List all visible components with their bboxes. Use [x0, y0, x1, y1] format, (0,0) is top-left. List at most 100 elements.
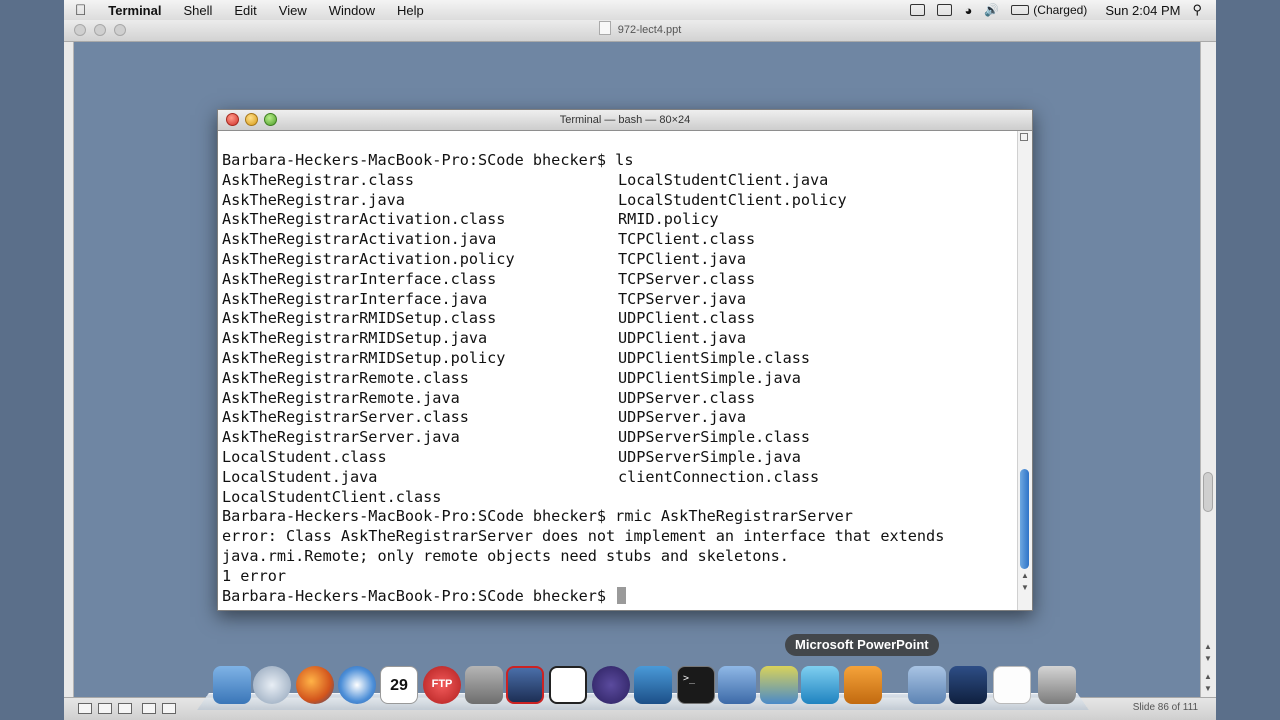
terminal-line-text: AskTheRegistrarActivation.class — [222, 210, 506, 229]
terminal-line: AskTheRegistrar.java LocalStudentClient.p… — [222, 191, 1016, 211]
terminal-line-column2: TCPServer.java — [618, 289, 747, 308]
terminal-icon[interactable]: >_ — [677, 666, 715, 704]
rmi-app-icon[interactable] — [506, 666, 544, 704]
apple-menu-icon[interactable]:  — [64, 2, 97, 19]
terminal-line-text: Barbara-Heckers-MacBook-Pro:SCode bhecke… — [222, 507, 853, 526]
terminal-line: Barbara-Heckers-MacBook-Pro:SCode bhecke… — [222, 151, 1016, 171]
close-button[interactable] — [226, 113, 239, 126]
zoom-button[interactable] — [114, 24, 126, 36]
terminal-line-text: error: Class AskTheRegistrarServer does … — [222, 527, 945, 546]
menu-edit[interactable]: Edit — [223, 3, 267, 18]
page-view-icon[interactable] — [118, 703, 132, 714]
terminal-line: AskTheRegistrarInterface.java TCPServer.j… — [222, 290, 1016, 310]
terminal-line: LocalStudentClient.class — [222, 488, 1016, 508]
scrollbar-thumb[interactable] — [1203, 472, 1213, 512]
previous-slide-icon[interactable]: ▲ — [1204, 672, 1212, 681]
network-icon[interactable] — [949, 666, 987, 704]
terminal-window: Terminal — bash — 80×24 Barbara-Heckers-… — [217, 109, 1033, 611]
trash-icon[interactable] — [1038, 666, 1076, 704]
zoom-button[interactable] — [264, 113, 277, 126]
scroll-down-arrow-icon[interactable]: ▼ — [1021, 583, 1029, 592]
menu-view[interactable]: View — [268, 3, 318, 18]
minimize-button[interactable] — [245, 113, 258, 126]
terminal-line: AskTheRegistrarRemote.class UDPClientSimp… — [222, 369, 1016, 389]
terminal-title-bar[interactable]: Terminal — bash — 80×24 — [218, 110, 1032, 131]
clock[interactable]: Sun 2:04 PM — [1105, 3, 1180, 18]
text-cursor — [617, 586, 627, 604]
scroll-down-arrow-icon[interactable]: ▼ — [1204, 654, 1212, 663]
terminal-line: AskTheRegistrarServer.java UDPServerSimpl… — [222, 428, 1016, 448]
spotlight-search-icon[interactable]: ⚲ — [1192, 2, 1202, 18]
menu-app-name[interactable]: Terminal — [97, 3, 172, 18]
terminal-line-column2: UDPClient.java — [618, 329, 747, 348]
terminal-line-text: 1 error — [222, 566, 287, 585]
word-icon[interactable] — [760, 666, 798, 704]
menu-help[interactable]: Help — [386, 3, 435, 18]
finder-icon[interactable] — [213, 666, 251, 704]
terminal-line: Barbara-Heckers-MacBook-Pro:SCode bhecke… — [222, 507, 1016, 527]
powerpoint-vertical-scrollbar[interactable]: ▲ ▼ ▲ ▼ — [1200, 42, 1216, 707]
safari-icon[interactable] — [338, 666, 376, 704]
terminal-output[interactable]: Barbara-Heckers-MacBook-Pro:SCode bhecke… — [218, 131, 1016, 610]
terminal-prompt-glyph: >_ — [683, 673, 696, 684]
terminal-line-text: AskTheRegistrarActivation.java — [222, 230, 497, 249]
filmstrip-icon[interactable] — [634, 666, 672, 704]
normal-view-icon[interactable] — [78, 703, 92, 714]
ical-icon[interactable]: 29 — [380, 666, 418, 704]
document-icon[interactable] — [993, 666, 1031, 704]
terminal-line-text: AskTheRegistrarRemote.class — [222, 368, 469, 387]
msn-icon[interactable] — [801, 666, 839, 704]
terminal-line-text: AskTheRegistrarInterface.java — [222, 289, 488, 308]
grab-icon[interactable] — [549, 666, 587, 704]
terminal-line: AskTheRegistrarServer.class UDPServer.jav… — [222, 408, 1016, 428]
close-button[interactable] — [74, 24, 86, 36]
battery-icon[interactable]: (Charged) — [1011, 3, 1087, 17]
screen-recorder-icon[interactable] — [910, 4, 926, 16]
terminal-line: AskTheRegistrarRemote.java UDPServer.clas… — [222, 389, 1016, 409]
scroll-up-arrow-icon[interactable]: ▲ — [1021, 571, 1029, 580]
menu-window[interactable]: Window — [318, 3, 386, 18]
next-slide-icon[interactable]: ▼ — [1204, 684, 1212, 693]
menu-shell[interactable]: Shell — [172, 3, 223, 18]
mail-icon[interactable] — [253, 666, 291, 704]
terminal-prompt: Barbara-Heckers-MacBook-Pro:SCode bhecke… — [222, 586, 616, 605]
applications-folder-icon[interactable] — [908, 666, 946, 704]
terminal-line-text: AskTheRegistrarRMIDSetup.java — [222, 329, 488, 348]
terminal-line: AskTheRegistrarRMIDSetup.policy UDPClient… — [222, 349, 1016, 369]
wifi-icon[interactable]: ◕ — [964, 3, 972, 18]
slide-sorter-view-icon[interactable] — [142, 703, 156, 714]
terminal-line: error: Class AskTheRegistrarServer does … — [222, 527, 1016, 547]
powerpoint-icon[interactable] — [844, 666, 882, 704]
terminal-line-text: AskTheRegistrarServer.class — [222, 408, 469, 427]
terminal-line: AskTheRegistrarInterface.class TCPServer.… — [222, 270, 1016, 290]
terminal-scroll-thumb[interactable] — [1020, 469, 1029, 569]
volume-icon[interactable]: 🔊 — [984, 3, 999, 17]
terminal-line-column2: RMID.policy — [618, 210, 719, 229]
terminal-line-column2: LocalStudentClient.policy — [618, 190, 847, 209]
terminal-line-text: AskTheRegistrarRMIDSetup.policy — [222, 348, 506, 367]
dock-tooltip: Microsoft PowerPoint — [785, 634, 939, 656]
eclipse-icon[interactable] — [592, 666, 630, 704]
slide-show-view-icon[interactable] — [162, 703, 176, 714]
terminal-line: AskTheRegistrarRMIDSetup.class UDPClient.… — [222, 309, 1016, 329]
outline-view-icon[interactable] — [98, 703, 112, 714]
minimize-button[interactable] — [94, 24, 106, 36]
scroll-up-arrow-icon[interactable]: ▲ — [1204, 642, 1212, 651]
ftp-icon[interactable]: FTP — [423, 666, 461, 704]
terminal-scrollbar[interactable]: ▲ ▼ — [1017, 131, 1032, 610]
system-preferences-icon[interactable] — [465, 666, 503, 704]
xcode-icon[interactable] — [718, 666, 756, 704]
terminal-lines: Barbara-Heckers-MacBook-Pro:SCode bhecke… — [222, 151, 1016, 587]
terminal-title: Terminal — bash — 80×24 — [559, 114, 691, 126]
powerpoint-title-bar: 972-lect4.ppt — [64, 20, 1216, 42]
terminal-prompt-line[interactable]: Barbara-Heckers-MacBook-Pro:SCode bhecke… — [222, 586, 1016, 607]
terminal-line: AskTheRegistrarActivation.class RMID.poli… — [222, 210, 1016, 230]
scroll-split-icon[interactable] — [1020, 133, 1028, 141]
terminal-line-column2: UDPServer.java — [618, 408, 747, 427]
display-mirror-icon[interactable] — [937, 4, 953, 16]
ftp-label: FTP — [431, 678, 453, 690]
firefox-icon[interactable] — [296, 666, 334, 704]
terminal-line-text: java.rmi.Remote; only remote objects nee… — [222, 546, 789, 565]
terminal-line-column2: TCPClient.class — [618, 230, 756, 249]
terminal-line: LocalStudent.class UDPServerSimple.java — [222, 448, 1016, 468]
